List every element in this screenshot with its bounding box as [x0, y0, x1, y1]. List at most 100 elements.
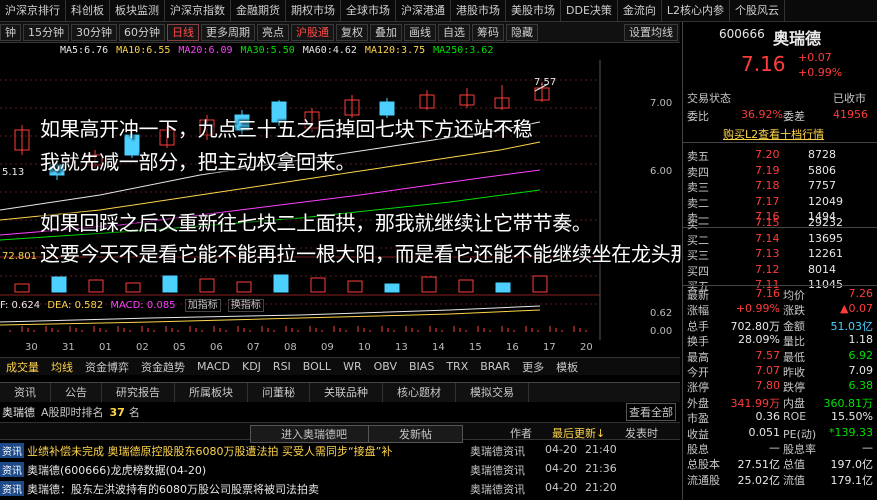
bid-label: 买一	[687, 218, 709, 231]
toolbar-button[interactable]: 画线	[404, 23, 436, 41]
switch-indicator-button[interactable]: 换指标	[227, 299, 264, 312]
news-tab[interactable]: 核心题材	[383, 383, 456, 402]
toolbar-button[interactable]: 钟	[0, 23, 21, 41]
nav-item[interactable]: 科创板	[66, 0, 110, 21]
volume-bar	[384, 283, 400, 293]
indicator-tab[interactable]: OBV	[368, 360, 403, 373]
news-tab[interactable]: 研究报告	[102, 383, 175, 402]
volume-bar	[14, 283, 30, 293]
news-date: 04-20	[545, 443, 577, 456]
nav-item[interactable]: 板块监测	[110, 0, 165, 21]
toolbar-button[interactable]: 自选	[438, 23, 470, 41]
indicator-tab[interactable]: BIAS	[403, 360, 440, 373]
ask-price: 7.18	[755, 179, 780, 192]
toolbar-button[interactable]: 60分钟	[119, 23, 165, 41]
reply-col[interactable]: 发表时	[625, 425, 658, 441]
x-tick: 13	[395, 342, 408, 353]
stat-label: 涨跌	[783, 304, 805, 318]
stat-label: PE(动)	[783, 427, 817, 441]
stat-value: 0.051	[748, 425, 781, 439]
news-title[interactable]: 业绩补偿未完成 奥瑞德原控股股东6080万股遭法拍 买受人需同步“接盘”补	[27, 443, 392, 459]
indicator-tab[interactable]: TRX	[440, 360, 474, 373]
status-value: 已收市	[833, 92, 866, 105]
x-tick: 02	[136, 342, 149, 353]
nav-item[interactable]: 金融期货	[231, 0, 286, 21]
toolbar-button[interactable]: 复权	[336, 23, 368, 41]
nav-item[interactable]: 美股市场	[506, 0, 561, 21]
indicator-tab[interactable]: 资金博弈	[79, 359, 135, 375]
toolbar-button[interactable]: 日线	[167, 23, 199, 41]
view-all-button[interactable]: 查看全部	[626, 403, 676, 421]
news-tab[interactable]: 资讯	[0, 383, 51, 402]
indicator-tab[interactable]: 成交量	[0, 359, 45, 375]
news-row[interactable]: 资讯 奥瑞德：股东左洪波持有的6080万股公司股票将被司法拍卖 奥瑞德资讯 04-20…	[0, 479, 680, 498]
toolbar-button[interactable]: 隐藏	[506, 23, 538, 41]
x-tick: 31	[62, 342, 75, 353]
nav-item[interactable]: DDE决策	[561, 0, 618, 21]
quote-panel: 600666 奥瑞德 7.16 +0.07 +0.99% 交易状态 已收市 委比 36.92% 委…	[682, 22, 877, 500]
news-row[interactable]: 资讯 奥瑞德(600666)龙虎榜数据(04-20) 奥瑞德资讯 04-20 21:36	[0, 460, 680, 479]
l2-link[interactable]: 购买L2查看十档行情	[723, 126, 824, 142]
stat-value: +0.99%	[735, 302, 780, 316]
volume-bar	[51, 276, 67, 293]
indicator-tab[interactable]: 模板	[550, 359, 584, 375]
news-tag: 资讯	[0, 481, 24, 496]
toolbar-button[interactable]: 筹码	[472, 23, 504, 41]
news-tab[interactable]: 关联品种	[310, 383, 383, 402]
indicator-tab[interactable]: KDJ	[236, 360, 267, 373]
indicator-tab[interactable]: RSI	[267, 360, 297, 373]
toolbar-button[interactable]: 30分钟	[71, 23, 117, 41]
news-tab[interactable]: 所属板块	[175, 383, 248, 402]
volume-bar	[199, 278, 215, 293]
news-title[interactable]: 奥瑞德(600666)龙虎榜数据(04-20)	[27, 462, 206, 478]
nav-item[interactable]: 沪深京指数	[165, 0, 231, 21]
volume-bar	[458, 279, 474, 293]
nav-item[interactable]: 全球市场	[341, 0, 396, 21]
toolbar-button[interactable]: 亮点	[257, 23, 289, 41]
volume-bar	[421, 276, 437, 293]
news-tab[interactable]: 公告	[51, 383, 102, 402]
stat-label: 均价	[783, 289, 805, 302]
nav-item[interactable]: 金流向	[618, 0, 662, 21]
sh-connect-button[interactable]: 沪股通	[291, 23, 334, 41]
indicator-tab[interactable]: 均线	[45, 359, 79, 375]
indicator-tab[interactable]: 资金趋势	[135, 359, 191, 375]
divider	[683, 285, 877, 286]
stat-label: 涨停	[687, 381, 709, 395]
status-label: 交易状态	[687, 92, 731, 105]
nav-item[interactable]: 沪深港通	[396, 0, 451, 21]
news-list: 资讯 业绩补偿未完成 奥瑞德原控股股东6080万股遭法拍 买受人需同步“接盘”补奥…	[0, 441, 680, 500]
add-indicator-button[interactable]: 加指标	[184, 299, 221, 312]
indicator-tab[interactable]: BOLL	[297, 360, 337, 373]
nav-item[interactable]: 期权市场	[286, 0, 341, 21]
indicator-tab[interactable]: MACD	[191, 360, 236, 373]
stat-value: 6.38	[848, 379, 874, 393]
news-tab[interactable]: 模拟交易	[456, 383, 529, 402]
toolbar-button[interactable]: 叠加	[370, 23, 402, 41]
stat-value: 7.16	[755, 287, 781, 300]
toolbar-button[interactable]: 更多周期	[201, 23, 255, 41]
ma-settings-button[interactable]: 设置均线	[624, 23, 678, 41]
stat-value: 7.80	[755, 379, 781, 393]
latest-col[interactable]: 最后更新↓	[552, 425, 605, 441]
weibi-label: 委比	[687, 110, 709, 123]
price-pct: +0.99%	[798, 66, 843, 79]
dif-value: F: 0.624	[0, 300, 41, 311]
author-col[interactable]: 作者	[510, 425, 532, 441]
top-nav: 沪深京排行 科创板 板块监测 沪深京指数 金融期货 期权市场 全球市场 沪深港通 港股市场 美股市…	[0, 0, 877, 22]
toolbar-button[interactable]: 15分钟	[23, 23, 69, 41]
indicator-tab[interactable]: BRAR	[474, 360, 516, 373]
ask-price: 7.20	[755, 148, 780, 161]
nav-item[interactable]: 个股风云	[730, 0, 786, 21]
nav-item[interactable]: L2核心内参	[662, 0, 731, 21]
macd-tick: 0.00	[650, 326, 673, 337]
indicator-tab[interactable]: 更多	[516, 359, 550, 375]
news-title[interactable]: 奥瑞德：股东左洪波持有的6080万股公司股票将被司法拍卖	[27, 481, 319, 497]
news-row[interactable]: 资讯 业绩补偿未完成 奥瑞德原控股股东6080万股遭法拍 买受人需同步“接盘”补 奥…	[0, 441, 680, 460]
news-tab[interactable]: 问董秘	[248, 383, 310, 402]
indicator-tab[interactable]: WR	[337, 360, 368, 373]
x-tick: 09	[321, 342, 334, 353]
nav-item[interactable]: 沪深京排行	[0, 0, 66, 21]
bid-volume: 13695	[808, 231, 843, 245]
nav-item[interactable]: 港股市场	[451, 0, 506, 21]
